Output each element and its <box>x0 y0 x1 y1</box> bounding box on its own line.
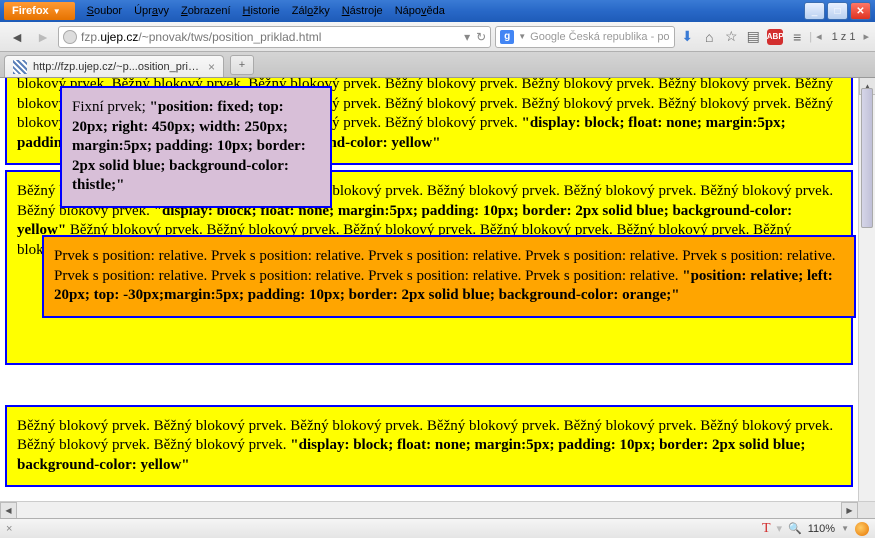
url-prefix: fzp. <box>81 30 100 44</box>
minimize-button[interactable]: _ <box>804 2 825 20</box>
vertical-scrollbar[interactable]: ▲ ▼ <box>858 78 875 518</box>
new-tab-button[interactable]: + <box>230 55 254 75</box>
bookmarks-list-icon[interactable]: ▤ <box>745 29 761 45</box>
tab-favicon <box>13 60 27 74</box>
tab-active[interactable]: http://fzp.ujep.cz/~p...osition_priklad.… <box>4 55 224 77</box>
horizontal-scrollbar[interactable]: ◀ ▶ <box>0 501 875 518</box>
page-content: blokový prvek. Běžný blokový prvek. Běžn… <box>0 78 858 492</box>
text-tool-icon[interactable]: T <box>762 521 771 537</box>
menu-historie[interactable]: Historie <box>243 5 280 17</box>
relative-block: Prvek s position: relative. Prvek s posi… <box>42 235 856 318</box>
menu-soubor[interactable]: Soubor <box>87 5 122 17</box>
menu-zobrazeni[interactable]: Zobrazení <box>181 5 231 17</box>
tabbar: http://fzp.ujep.cz/~p...osition_priklad.… <box>0 52 875 78</box>
reload-icon[interactable]: ↻ <box>476 30 486 44</box>
zoom-dropdown-icon[interactable]: ▼ <box>841 524 849 533</box>
close-button[interactable]: ✕ <box>850 2 871 20</box>
tab-close-icon[interactable]: × <box>208 60 215 74</box>
bookmark-star-icon[interactable]: ☆ <box>723 29 739 45</box>
statusbar: × T ▾ 🔍 110% ▼ <box>0 518 875 538</box>
window-controls: _ □ ✕ <box>804 2 871 20</box>
home-icon[interactable]: ⌂ <box>701 29 717 45</box>
zoom-icon[interactable]: 🔍 <box>788 522 802 535</box>
scroll-thumb[interactable] <box>861 88 873 228</box>
dropdown-icon[interactable]: ▾ <box>464 30 470 44</box>
status-sep: ▾ <box>777 522 783 535</box>
toolbar-icons: ⬇ ⌂ ☆ ▤ ABP ≡ <box>679 29 805 45</box>
search-bar[interactable]: g ▼ Google Česká republika - po <box>495 26 675 48</box>
tab-title: http://fzp.ujep.cz/~p...osition_priklad.… <box>33 61 202 73</box>
block-3: Běžný blokový prvek. Běžný blokový prvek… <box>5 405 853 488</box>
page-nav-next[interactable]: ▸ <box>863 30 869 43</box>
menu-zalozky[interactable]: Záložky <box>292 5 330 17</box>
status-close-icon[interactable]: × <box>6 523 12 535</box>
menu-napoveda[interactable]: Nápověda <box>395 5 445 17</box>
menu-upravy[interactable]: Úpravy <box>134 5 169 17</box>
globe-icon <box>63 30 77 44</box>
search-dropdown-icon[interactable]: ▼ <box>518 32 526 41</box>
scrollbar-corner <box>858 502 875 519</box>
firefox-status-icon[interactable] <box>855 522 869 536</box>
firefox-label: Firefox <box>12 5 49 17</box>
zoom-level: 110% <box>808 523 835 535</box>
fixed-block: Fixní prvek; "position: fixed; top: 20px… <box>60 86 332 208</box>
page-nav-prev[interactable]: ◂ <box>816 30 822 43</box>
viewport: blokový prvek. Běžný blokový prvek. Běžn… <box>0 78 875 518</box>
titlebar: Firefox ▼ Soubor Úpravy Zobrazení Histor… <box>0 0 875 22</box>
adblock-icon[interactable]: ABP <box>767 29 783 45</box>
dropdown-icon: ▼ <box>53 7 61 16</box>
fixed-text: Fixní prvek; <box>72 99 150 115</box>
maximize-button[interactable]: □ <box>827 2 848 20</box>
scroll-left-icon[interactable]: ◀ <box>0 502 17 519</box>
url-path: /~pnovak/tws/position_priklad.html <box>138 30 321 44</box>
menu-nastroje[interactable]: Nástroje <box>342 5 383 17</box>
nav-toolbar: ◄ ► fzp.ujep.cz/~pnovak/tws/position_pri… <box>0 22 875 52</box>
firefox-menu-button[interactable]: Firefox ▼ <box>4 2 75 20</box>
scroll-right-icon[interactable]: ▶ <box>841 502 858 519</box>
search-placeholder: Google Česká republika - po <box>530 31 669 43</box>
forward-button[interactable]: ► <box>32 26 54 48</box>
url-bar[interactable]: fzp.ujep.cz/~pnovak/tws/position_priklad… <box>58 26 491 48</box>
url-domain: ujep.cz <box>100 30 138 44</box>
page-counter: 1 z 1 <box>832 31 856 43</box>
menu-icon[interactable]: ≡ <box>789 29 805 45</box>
menubar: Soubor Úpravy Zobrazení Historie Záložky… <box>87 5 445 17</box>
google-icon: g <box>500 30 514 44</box>
back-button[interactable]: ◄ <box>6 26 28 48</box>
download-icon[interactable]: ⬇ <box>679 29 695 45</box>
